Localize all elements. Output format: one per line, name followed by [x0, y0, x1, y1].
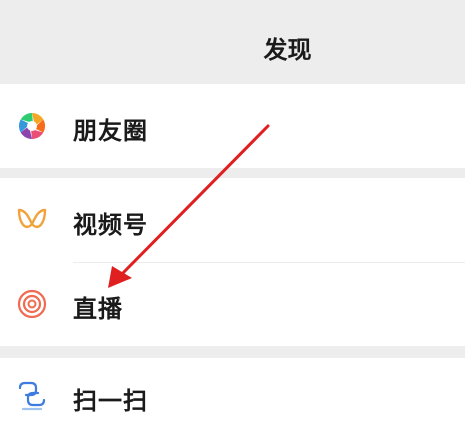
- group-moments: 朋友圈: [0, 84, 465, 168]
- live-icon: [14, 286, 50, 322]
- scan-icon: [14, 378, 50, 414]
- list-item-scan[interactable]: 扫一扫: [0, 358, 465, 426]
- group-scan: 扫一扫: [0, 358, 465, 426]
- list-item-label: 扫一扫: [73, 387, 148, 415]
- channels-icon: [14, 202, 50, 238]
- list-item-label: 视频号: [73, 211, 148, 239]
- list-item-live[interactable]: 直播: [0, 262, 465, 346]
- list-item-label: 直播: [73, 295, 123, 323]
- list-item-channels[interactable]: 视频号: [0, 178, 465, 262]
- list-item-moments[interactable]: 朋友圈: [0, 84, 465, 168]
- page-title: 发现: [263, 36, 312, 64]
- list-item-label: 朋友圈: [73, 117, 148, 145]
- moments-icon: [14, 108, 50, 144]
- group-channels-live: 视频号 直播: [0, 178, 465, 346]
- header-bar: 发现: [0, 0, 465, 84]
